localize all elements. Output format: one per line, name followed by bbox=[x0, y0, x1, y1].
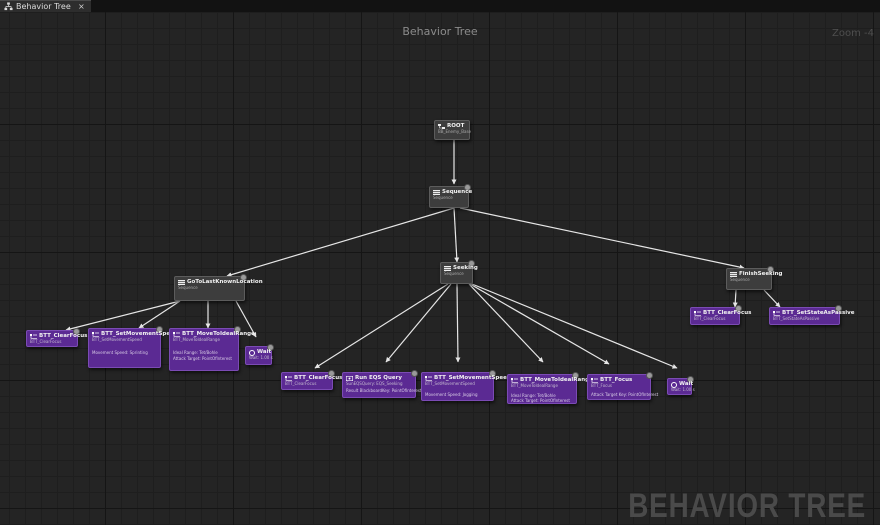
wire-goto-speed bbox=[138, 300, 181, 329]
wire-sequence-goto bbox=[226, 207, 455, 278]
node-property: Ideal Range: Tet/Bohle bbox=[173, 350, 218, 355]
node-goto-last-known-location[interactable]: GoToLastKnownLocation Sequence bbox=[174, 274, 263, 301]
node-task-set-state-as-passive[interactable]: BTT_SetStateAsPassive BTT_SetStateAsPass… bbox=[769, 305, 854, 325]
node-property: Movement Speed: Jogging bbox=[425, 392, 478, 397]
wire-seeking-wait bbox=[471, 283, 678, 369]
node-task-set-movement-speed[interactable]: BTT_SetMovementSpeed BTT_SetMovementSpee… bbox=[88, 326, 178, 368]
wire-goto-clear bbox=[65, 300, 181, 332]
node-subtitle: BTT_ClearFocus bbox=[694, 316, 726, 321]
node-task-clear-focus[interactable]: BTT_ClearFocus BTT_ClearFocus bbox=[690, 305, 751, 325]
close-icon[interactable]: × bbox=[78, 1, 85, 12]
node-subtitle: Sequence bbox=[433, 195, 453, 200]
node-task-focus[interactable]: BTT_Focus BTT_Focus Attack Target Key: P… bbox=[587, 372, 658, 400]
node-sequence[interactable]: Sequence Sequence bbox=[429, 184, 472, 208]
node-subtitle: Wait: 1.00 s bbox=[249, 355, 273, 360]
node-subtitle: BTT_SetMovementSpeed bbox=[425, 381, 475, 386]
node-subtitle: BTT_MoveToIdealRange bbox=[173, 337, 220, 342]
node-subtitle: Wait: 1.00 s bbox=[671, 387, 695, 392]
graph-canvas[interactable]: Behavior Tree Zoom -4 BEHAVIOR TREE ROOT… bbox=[0, 12, 880, 525]
node-subtitle: SunEQSQuery: EQS_Seeking bbox=[346, 381, 403, 386]
wire-seeking-eqs bbox=[385, 283, 452, 363]
wire-seeking-clear bbox=[314, 283, 449, 369]
node-subtitle: Sequence bbox=[730, 277, 750, 282]
wire-sequence-finish bbox=[459, 207, 745, 270]
behavior-tree-editor: Behavior Tree × Behavior Tree Zoom -4 BE… bbox=[0, 0, 880, 525]
node-property: Attack Target: PointOfInterest bbox=[511, 398, 570, 403]
node-title: GoToLastKnownLocation bbox=[187, 279, 263, 285]
node-seeking[interactable]: Seeking Sequence bbox=[440, 260, 478, 284]
node-task-set-movement-speed[interactable]: BTT_SetMovementSpeed BTT_SetMovementSpee… bbox=[421, 370, 511, 401]
node-task-clear-focus[interactable]: BTT_ClearFocus BTT_ClearFocus bbox=[26, 328, 87, 347]
tab-bar: Behavior Tree × bbox=[0, 0, 880, 12]
node-subtitle: BTT_MoveToIdealRange bbox=[511, 383, 558, 388]
wire-seeking-move bbox=[468, 283, 544, 363]
node-subtitle: Sequence bbox=[444, 271, 464, 276]
node-subtitle: BTT_SetStateAsPassive bbox=[773, 316, 820, 321]
node-task-move-to-ideal-range[interactable]: BTT_MoveToIdealRange BTT_MoveToIdealRang… bbox=[507, 372, 593, 404]
wire-sequence-seeking bbox=[453, 207, 460, 263]
node-finish-seeking[interactable]: FinishSeeking Sequence bbox=[726, 266, 782, 290]
wire-seeking-speed bbox=[455, 283, 461, 363]
node-pin[interactable] bbox=[411, 370, 418, 377]
node-subtitle: BB_Enemy_Base bbox=[438, 129, 472, 134]
node-property: Result BlackboardKey: PointOfInterest bbox=[346, 388, 422, 393]
node-root[interactable]: ROOT BB_Enemy_Base bbox=[434, 120, 472, 140]
behavior-tree-icon bbox=[4, 2, 13, 11]
node-property: Attack Target Key: PointOfInterest bbox=[591, 392, 659, 397]
node-subtitle: BTT_ClearFocus bbox=[30, 339, 62, 344]
node-property: Movement Speed: Sprinting bbox=[92, 350, 148, 355]
node-pin[interactable] bbox=[646, 372, 653, 379]
node-task-move-to-ideal-range[interactable]: BTT_MoveToIdealRange BTT_MoveToIdealRang… bbox=[169, 326, 255, 371]
node-property: Attack Target: PointOfInterest bbox=[173, 356, 232, 361]
node-task-run-eqs-query[interactable]: Run EQS Query SunEQSQuery: EQS_Seeking R… bbox=[342, 370, 422, 398]
wire-finish-passive bbox=[763, 289, 781, 308]
node-subtitle: BTT_Focus bbox=[591, 383, 612, 388]
node-task-wait[interactable]: Wait Wait: 1.00 s bbox=[667, 376, 695, 395]
tab-label: Behavior Tree bbox=[16, 2, 71, 11]
node-task-wait[interactable]: Wait Wait: 1.00 s bbox=[245, 344, 274, 365]
tab-behavior-tree[interactable]: Behavior Tree × bbox=[0, 0, 91, 12]
node-subtitle: Sequence bbox=[178, 285, 198, 290]
node-subtitle: BTT_SetMovementSpeed bbox=[92, 337, 142, 342]
wire-seeking-focus bbox=[469, 283, 610, 365]
node-subtitle: BTT_ClearFocus bbox=[285, 381, 317, 386]
node-task-clear-focus[interactable]: BTT_ClearFocus BTT_ClearFocus bbox=[281, 370, 342, 390]
